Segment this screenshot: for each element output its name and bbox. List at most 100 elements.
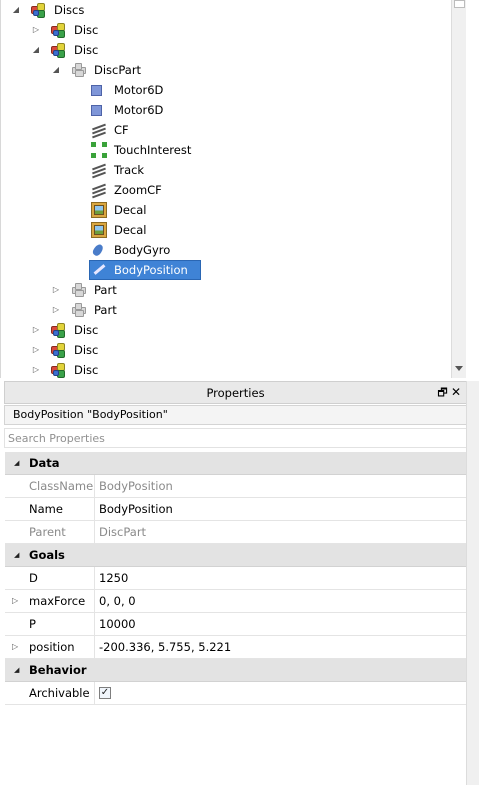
tree-item-label: Disc	[74, 23, 99, 37]
model-icon	[51, 342, 67, 358]
tree-item[interactable]: CF	[1, 120, 461, 140]
tree-item[interactable]: BodyGyro	[1, 240, 461, 260]
scroll-down-arrow-icon[interactable]	[455, 366, 463, 371]
model-icon	[31, 2, 47, 18]
tree-item-label: Motor6D	[114, 103, 164, 117]
properties-title-bar: Properties 🗗 ✕	[4, 381, 467, 404]
property-row[interactable]: P 10000	[5, 613, 466, 636]
property-value[interactable]: -200.336, 5.755, 5.221	[95, 636, 466, 658]
category-label: Behavior	[29, 663, 87, 677]
search-properties-input[interactable]	[4, 428, 467, 448]
tree-item-label: Disc	[74, 343, 99, 357]
selected-object-label: BodyPosition "BodyPosition"	[4, 405, 467, 425]
property-row[interactable]: D 1250	[5, 567, 466, 590]
properties-scrollbar[interactable]	[466, 381, 479, 785]
tree-item[interactable]: Motor6D	[1, 100, 461, 120]
tree-item[interactable]: Decal	[1, 220, 461, 240]
tree-item-label: Decal	[114, 223, 147, 237]
tree-item-label: ZoomCF	[114, 183, 162, 197]
tree-item-label: BodyGyro	[114, 243, 171, 257]
expand-arrow-icon[interactable]: ▷	[31, 24, 41, 36]
tree-item-label: Decal	[114, 203, 147, 217]
property-name: ClassName	[5, 475, 95, 497]
close-icon[interactable]: ✕	[450, 386, 462, 399]
model-icon	[51, 42, 67, 58]
category-label: Goals	[29, 548, 65, 562]
tree-item[interactable]: BodyPosition	[1, 260, 461, 280]
expand-arrow-icon[interactable]: ▷	[51, 284, 61, 296]
expand-arrow-icon[interactable]: ▷	[31, 324, 41, 336]
tree-item[interactable]: ▷ Disc	[1, 320, 461, 340]
property-row[interactable]: Parent DiscPart	[5, 521, 466, 544]
tree-item-label: Disc	[74, 43, 99, 57]
collapse-arrow-icon[interactable]: ◢	[31, 44, 41, 56]
tree-item-label: Part	[94, 283, 117, 297]
tree-item[interactable]: ◢ Discs	[1, 0, 461, 20]
property-value[interactable]: BodyPosition	[95, 498, 466, 520]
decal-icon	[91, 222, 107, 238]
tree-item[interactable]: ▷ Disc	[1, 340, 461, 360]
property-value[interactable]: 10000	[95, 613, 466, 635]
collapse-arrow-icon[interactable]: ◢	[14, 459, 19, 467]
explorer-panel: ◢ Discs ▷ Disc ◢ Disc ◢ DiscPart Motor6D Motor6D C…	[0, 0, 479, 378]
property-category[interactable]: ◢ Data	[5, 452, 466, 475]
cframe-value-icon	[91, 182, 107, 199]
property-row[interactable]: ▷ maxForce 0, 0, 0	[5, 590, 466, 613]
tree-item-label: Motor6D	[114, 83, 164, 97]
explorer-scrollbar[interactable]	[451, 0, 466, 378]
collapse-arrow-icon[interactable]: ◢	[11, 4, 21, 16]
decal-icon	[91, 202, 107, 218]
tree-item-label: BodyPosition	[114, 263, 188, 277]
properties-panel: Properties 🗗 ✕ BodyPosition "BodyPositio…	[0, 381, 479, 785]
tree-item-label: CF	[114, 123, 129, 137]
expand-arrow-icon[interactable]: ▷	[51, 304, 61, 316]
part-icon	[71, 62, 87, 78]
motor6d-icon	[91, 105, 102, 116]
tree-item[interactable]: Decal	[1, 200, 461, 220]
tree-item[interactable]: Track	[1, 160, 461, 180]
property-name: position	[5, 636, 95, 658]
tree-item-label: Part	[94, 303, 117, 317]
model-icon	[51, 362, 67, 378]
tree-item-label: DiscPart	[94, 63, 142, 77]
tree-item[interactable]: ▷ Disc	[1, 360, 461, 378]
property-category[interactable]: ◢ Goals	[5, 544, 466, 567]
property-row[interactable]: ClassName BodyPosition	[5, 475, 466, 498]
collapse-arrow-icon[interactable]: ◢	[14, 551, 19, 559]
tree-item[interactable]: TouchInterest	[1, 140, 461, 160]
tree-item[interactable]: ▷ Part	[1, 280, 461, 300]
collapse-arrow-icon[interactable]: ◢	[14, 666, 19, 674]
model-icon	[51, 322, 67, 338]
property-name: P	[5, 613, 95, 635]
tree-item-label: Discs	[54, 3, 85, 17]
property-value: DiscPart	[99, 525, 147, 539]
cframe-value-icon	[91, 162, 107, 179]
archivable-checkbox[interactable]: ✓	[99, 687, 111, 699]
property-value[interactable]: 1250	[95, 567, 466, 589]
tree-item[interactable]: ◢ Disc	[1, 40, 461, 60]
explorer-scrollbar-thumb[interactable]	[454, 0, 465, 8]
tree-item[interactable]: ZoomCF	[1, 180, 461, 200]
float-window-icon[interactable]: 🗗	[437, 387, 448, 398]
motor6d-icon	[91, 85, 102, 96]
property-name: Parent	[5, 521, 95, 543]
property-row[interactable]: Name BodyPosition	[5, 498, 466, 521]
property-row[interactable]: Archivable ✓	[5, 682, 466, 705]
tree-item[interactable]: ◢ DiscPart	[1, 60, 461, 80]
property-value[interactable]: 0, 0, 0	[95, 590, 466, 612]
property-name: D	[5, 567, 95, 589]
property-value: BodyPosition	[99, 479, 173, 493]
tree-item[interactable]: ▷ Part	[1, 300, 461, 320]
tree-item-label: Disc	[74, 363, 99, 377]
part-icon	[71, 282, 87, 298]
expand-arrow-icon[interactable]: ▷	[31, 364, 41, 376]
collapse-arrow-icon[interactable]: ◢	[51, 64, 61, 76]
property-row[interactable]: ▷ position -200.336, 5.755, 5.221	[5, 636, 466, 659]
category-label: Data	[29, 456, 60, 470]
tree-item[interactable]: Motor6D	[1, 80, 461, 100]
property-value: ✓	[95, 682, 466, 704]
property-category[interactable]: ◢ Behavior	[5, 659, 466, 682]
tree-item[interactable]: ▷ Disc	[1, 20, 461, 40]
cframe-value-icon	[91, 122, 107, 139]
expand-arrow-icon[interactable]: ▷	[31, 344, 41, 356]
